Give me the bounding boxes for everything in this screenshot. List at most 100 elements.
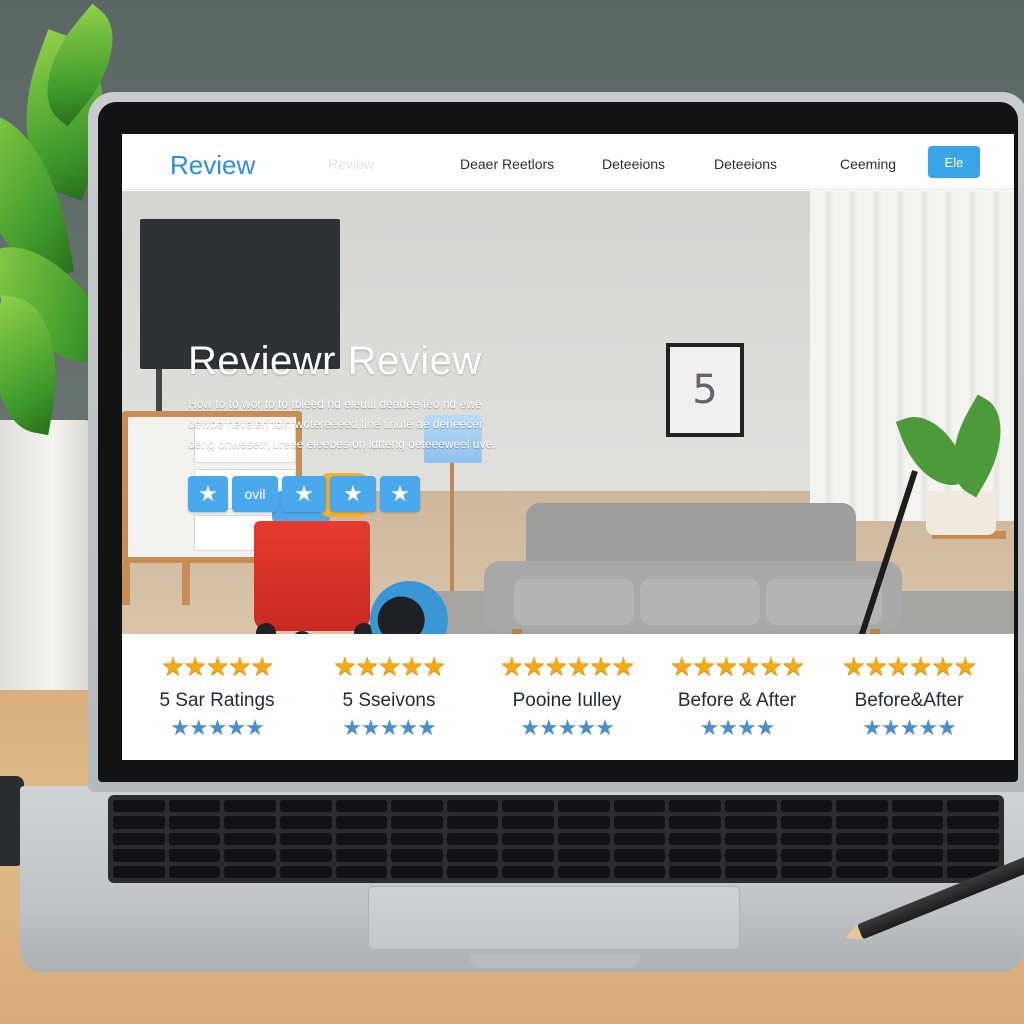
- keyboard-key: [168, 816, 221, 829]
- keyboard-key: [113, 832, 165, 846]
- keyboard-key: [224, 832, 276, 846]
- keyboard-key: [279, 865, 332, 878]
- nav-item-1[interactable]: Deaer Reetlors: [460, 156, 554, 172]
- keyboard-key: [891, 865, 944, 878]
- keyboard-key: [446, 816, 499, 829]
- keyboard-key: [391, 816, 443, 829]
- blue-stars-icon: ★★★★★: [520, 715, 615, 740]
- keyboard-key: [224, 865, 276, 878]
- dresser-leg: [182, 563, 190, 605]
- keyboard-key: [502, 800, 554, 813]
- rating-label: 5 Sar Ratings: [159, 690, 275, 711]
- keyboard-key: [947, 849, 999, 862]
- star-button[interactable]: ★: [188, 476, 228, 512]
- screen-bezel: Review Review Deaer Reetlors Deteeions D…: [98, 102, 1018, 782]
- keyboard-key: [669, 849, 721, 862]
- keyboard-key: [780, 865, 833, 878]
- keyboard-key: [391, 849, 443, 862]
- keyboard-key: [780, 816, 833, 829]
- hero-title: Reviewr Review: [188, 339, 482, 383]
- nav-item-3[interactable]: Deteeions: [714, 156, 777, 172]
- keyboard-key: [113, 800, 165, 813]
- blue-stars-icon: ★★★★★: [862, 715, 957, 740]
- keyboard-key: [669, 832, 721, 846]
- keyboard-key: [669, 865, 721, 878]
- laptop-lid: Review Review Deaer Reetlors Deteeions D…: [88, 92, 1024, 792]
- rating-card[interactable]: ★★★★★ 5 Sar Ratings ★★★★★: [132, 652, 302, 740]
- keyboard-key: [502, 816, 554, 829]
- gold-stars-icon: ★★★★★★: [500, 651, 635, 681]
- logo-watermark: Review: [328, 156, 374, 172]
- keyboard-key: [891, 800, 944, 813]
- keyboard-key: [613, 865, 666, 878]
- keyboard-key: [502, 832, 554, 846]
- keyboard-key: [724, 865, 777, 878]
- keyboard-key: [613, 849, 666, 862]
- star-button[interactable]: ★: [330, 476, 376, 512]
- keyboard-key: [168, 849, 221, 862]
- keyboard-key: [836, 816, 888, 829]
- keyboard-key: [891, 849, 944, 862]
- keyboard-key: [947, 800, 999, 813]
- star-button[interactable]: ★: [282, 476, 326, 512]
- keyboard-key: [836, 865, 888, 878]
- rating-card[interactable]: ★★★★★ 5 Sseivons ★★★★★: [304, 652, 474, 740]
- keyboard-key: [558, 865, 610, 878]
- keyboard-key: [446, 832, 499, 846]
- keyboard-key: [558, 816, 610, 829]
- gold-stars-icon: ★★★★★★: [670, 651, 805, 681]
- keyboard-key: [335, 849, 388, 862]
- keyboard-key: [669, 800, 721, 813]
- keyboard-key: [279, 849, 332, 862]
- plant-pot: [0, 420, 95, 690]
- hero-text-line: dewbe nevelen toin wotereeeed tine tinut…: [188, 417, 483, 431]
- rating-label: 5 Sseivons: [342, 690, 436, 711]
- keyboard-key: [335, 865, 388, 878]
- trackpad[interactable]: [368, 886, 740, 950]
- wall-frame: 5: [666, 343, 744, 437]
- rating-card[interactable]: ★★★★★★ Before&After ★★★★★: [824, 652, 994, 740]
- keyboard-key: [224, 849, 276, 862]
- nav-item-2[interactable]: Deteeions: [602, 156, 665, 172]
- site-header: Review Review Deaer Reetlors Deteeions D…: [122, 134, 1014, 190]
- ratings-strip: ★★★★★ 5 Sar Ratings ★★★★★ ★★★★★ 5 Sseivo…: [122, 634, 1014, 760]
- keyboard-key: [669, 816, 721, 829]
- rating-label: Before&After: [854, 690, 964, 711]
- hero-plant-pot: [926, 491, 996, 535]
- keyboard-key: [558, 832, 610, 846]
- rating-card[interactable]: ★★★★★★ Before & After ★★★★: [652, 652, 822, 740]
- sofa-cushion: [514, 579, 634, 625]
- keyboard-key: [279, 800, 332, 813]
- keyboard-key: [391, 800, 443, 813]
- keyboard-key: [113, 865, 165, 878]
- keyboard-key: [724, 800, 777, 813]
- blue-stars-icon: ★★★★: [699, 715, 776, 740]
- website-screen: Review Review Deaer Reetlors Deteeions D…: [122, 134, 1014, 760]
- keyboard-key: [724, 816, 777, 829]
- site-logo[interactable]: Review: [170, 150, 255, 181]
- keyboard-key: [224, 800, 276, 813]
- nav-button[interactable]: Ele: [928, 146, 980, 178]
- keyboard-key: [558, 800, 610, 813]
- laptop-notch: [470, 954, 640, 968]
- nav-item-4[interactable]: Ceeming: [840, 156, 896, 172]
- star-button[interactable]: ovil: [232, 476, 278, 512]
- keyboard: [108, 795, 1004, 883]
- keyboard-key: [613, 800, 666, 813]
- keyboard-key: [113, 816, 165, 829]
- keyboard-key: [335, 816, 388, 829]
- keyboard-key: [891, 816, 944, 829]
- keyboard-key: [613, 816, 666, 829]
- sofa-cushion: [640, 579, 760, 625]
- rating-card[interactable]: ★★★★★★ Pooine Iulley ★★★★★: [482, 652, 652, 740]
- keyboard-key: [168, 800, 221, 813]
- gold-stars-icon: ★★★★★: [161, 651, 274, 681]
- rating-label: Before & After: [677, 690, 797, 711]
- keyboard-key: [224, 816, 276, 829]
- keyboard-key: [391, 832, 443, 846]
- keyboard-key: [391, 865, 443, 878]
- keyboard-key: [502, 865, 554, 878]
- star-button[interactable]: ★: [380, 476, 420, 512]
- keyboard-key: [724, 832, 777, 846]
- keyboard-key: [335, 800, 388, 813]
